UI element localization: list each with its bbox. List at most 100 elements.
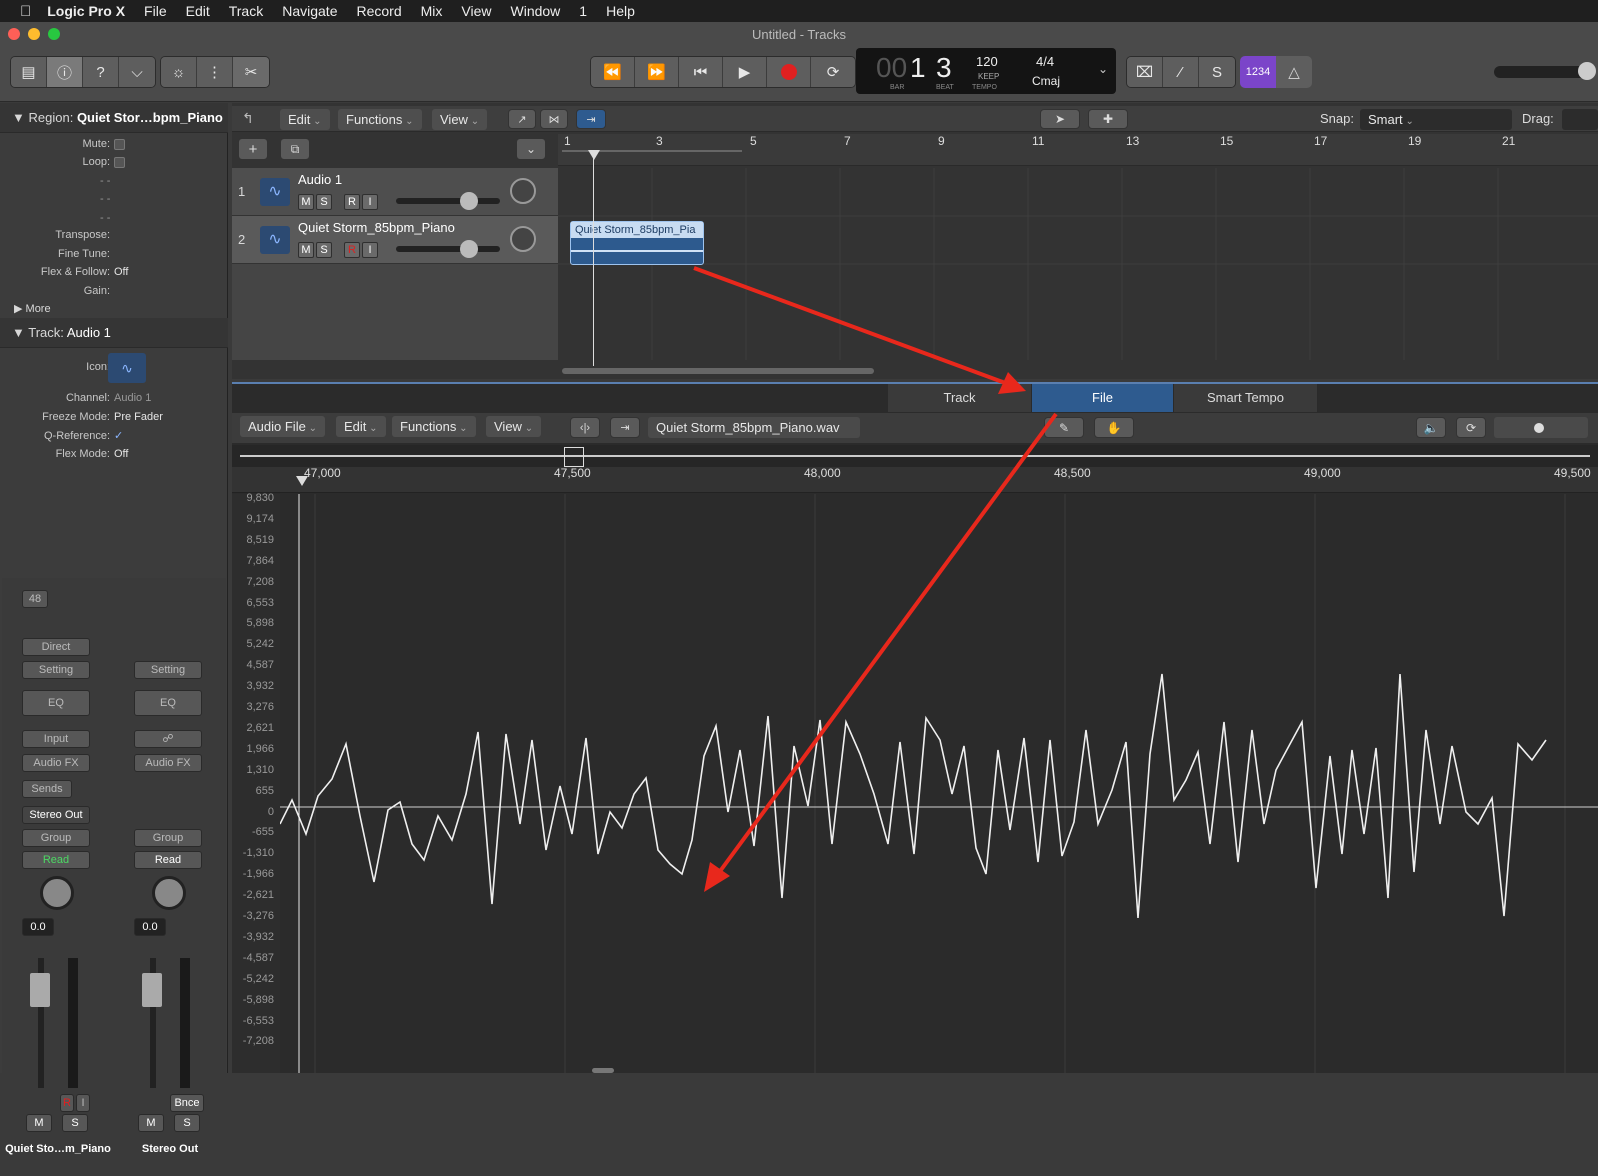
eq-button[interactable]: EQ (134, 690, 202, 716)
menu-track[interactable]: Track (229, 3, 263, 19)
inspector-icon[interactable]: ⓘ (47, 57, 83, 87)
editor-view-menu[interactable]: View (486, 416, 542, 437)
track-volume-slider[interactable] (396, 198, 500, 204)
catch-icon[interactable]: ⇥ (610, 417, 640, 438)
cycle-icon[interactable]: ⟳ (811, 57, 855, 87)
track-volume-slider[interactable] (396, 246, 500, 252)
speaker-icon[interactable]: 🔈 (1416, 417, 1446, 438)
track-volume-knob[interactable] (460, 192, 478, 210)
eq-button[interactable]: EQ (22, 690, 90, 716)
volume-fader[interactable] (142, 973, 162, 1007)
transpose-row[interactable]: Transpose: (0, 226, 228, 244)
record-icon[interactable] (767, 57, 811, 87)
overview-visible-area[interactable] (564, 447, 584, 467)
play-icon[interactable]: ▶ (723, 57, 767, 87)
track-inspector-header[interactable]: ▼ Track: Audio 1 (0, 318, 228, 348)
track-pan-knob[interactable] (510, 226, 536, 252)
drag-dropdown[interactable] (1562, 109, 1598, 130)
flex-mode-row[interactable]: Flex Mode: Off (0, 445, 228, 463)
menu-help[interactable]: Help (606, 3, 635, 19)
more-row[interactable]: ▶ More (14, 300, 242, 318)
group-button[interactable]: Group (22, 829, 90, 847)
gain-row[interactable]: Gain: (0, 282, 228, 300)
track-pan-knob[interactable] (510, 178, 536, 204)
fast-forward-icon[interactable]: ⏩ (635, 57, 679, 87)
filename-field[interactable]: Quiet Storm_85bpm_Piano.wav (648, 417, 860, 438)
quick-help-icon[interactable]: ? (83, 57, 119, 87)
scissors-icon[interactable]: ✂ (233, 57, 269, 87)
back-icon[interactable]: ↰ (242, 110, 254, 127)
track-header-1[interactable]: 1 ∿ Audio 1 M S R I (232, 168, 558, 216)
playhead[interactable] (593, 156, 594, 366)
sends-button[interactable]: Sends (22, 780, 72, 798)
strip-input-format[interactable]: 48 (22, 590, 48, 608)
pointer-tool-icon[interactable]: ➤ (1040, 109, 1080, 129)
tracks-view-menu[interactable]: View (432, 109, 488, 130)
tab-file[interactable]: File (1032, 384, 1174, 412)
region-inspector-header[interactable]: ▼ Region: Quiet Stor…bpm_Piano (0, 103, 228, 133)
go-to-start-icon[interactable]: ⏮ (679, 57, 723, 87)
track-header-2[interactable]: 2 ∿ Quiet Storm_85bpm_Piano M S R I (232, 216, 558, 264)
toolbar-toggle-icon[interactable]: ⌵ (119, 57, 155, 87)
setting-button[interactable]: Setting (134, 661, 202, 679)
tab-smart-tempo[interactable]: Smart Tempo (1174, 384, 1318, 412)
menu-window[interactable]: Window (511, 3, 561, 19)
editor-horizontal-scrollbar[interactable] (592, 1068, 614, 1073)
waveform-display[interactable] (280, 494, 1598, 1073)
menu-record[interactable]: Record (356, 3, 401, 19)
input-button[interactable]: Input (22, 730, 90, 748)
solo-icon[interactable]: S (1199, 57, 1235, 87)
loop-icon[interactable]: ⟳ (1456, 417, 1486, 438)
library-icon[interactable]: ▤ (11, 57, 47, 87)
link-icon[interactable]: ☍ (134, 730, 202, 748)
audio-fx-button[interactable]: Audio FX (134, 754, 202, 772)
menu-view[interactable]: View (461, 3, 491, 19)
record-enable-button[interactable]: R (60, 1094, 74, 1112)
link-arrows-icon[interactable]: ‹|› (570, 417, 600, 438)
tracks-edit-menu[interactable]: Edit (280, 109, 330, 130)
track-input-monitor-button[interactable]: I (362, 194, 378, 210)
track-mute-button[interactable]: M (298, 194, 314, 210)
fine-tune-row[interactable]: Fine Tune: (0, 245, 228, 263)
audio-fx-button[interactable]: Audio FX (22, 754, 90, 772)
flex-follow-row[interactable]: Flex & Follow: Off (0, 263, 228, 281)
tuner-icon[interactable]: ⁄ (1163, 57, 1199, 87)
global-tracks-icon[interactable]: ⌄ (516, 138, 546, 160)
replace-icon[interactable]: ⌧ (1127, 57, 1163, 87)
loop-checkbox[interactable] (114, 157, 125, 168)
mixer-icon[interactable]: ⋮ (197, 57, 233, 87)
lcd-display[interactable]: 00 1 3 BAR BEAT 120 KEEP TEMPO 4/4 Cmaj … (856, 48, 1116, 94)
freeze-row[interactable]: Freeze Mode: Pre Fader (0, 408, 228, 426)
menu-mix[interactable]: Mix (421, 3, 443, 19)
track-record-button[interactable]: R (344, 194, 360, 210)
setting-button[interactable]: Setting (22, 661, 90, 679)
preview-volume-knob[interactable] (1534, 423, 1544, 433)
duplicate-track-icon[interactable]: ⧉ (280, 138, 310, 160)
bounce-button[interactable]: Bnce (170, 1094, 204, 1112)
metronome-icon[interactable]: △ (1276, 56, 1312, 88)
waveform-icon[interactable]: ∿ (108, 353, 146, 383)
menu-edit[interactable]: Edit (186, 3, 210, 19)
smart-controls-icon[interactable]: ☼ (161, 57, 197, 87)
track-name[interactable]: Quiet Storm_85bpm_Piano (298, 220, 455, 235)
editor-playhead-marker[interactable] (296, 476, 308, 486)
automation-read-button[interactable]: Read (134, 851, 202, 869)
mute-button[interactable]: M (138, 1114, 164, 1132)
add-track-icon[interactable]: + (238, 138, 268, 160)
count-in-button[interactable]: 1234 (1240, 56, 1276, 88)
pan-knob[interactable] (40, 876, 74, 910)
editor-ruler[interactable] (232, 467, 1598, 493)
track-solo-button[interactable]: S (316, 242, 332, 258)
tracks-horizontal-scrollbar[interactable] (562, 368, 874, 374)
automation-icon[interactable]: ↗ (508, 109, 536, 129)
track-solo-button[interactable]: S (316, 194, 332, 210)
rewind-icon[interactable]: ⏪ (591, 57, 635, 87)
menu-navigate[interactable]: Navigate (282, 3, 337, 19)
menu-file[interactable]: File (144, 3, 167, 19)
track-input-monitor-button[interactable]: I (362, 242, 378, 258)
pencil-tool-icon[interactable]: ✎ (1044, 417, 1084, 438)
apple-icon[interactable]:  (20, 3, 31, 20)
tracks-ruler[interactable]: 1 3 5 7 9 11 13 15 17 19 21 (558, 134, 1598, 166)
qref-checkbox[interactable]: ✓ (114, 427, 123, 445)
tracks-functions-menu[interactable]: Functions (338, 109, 422, 130)
